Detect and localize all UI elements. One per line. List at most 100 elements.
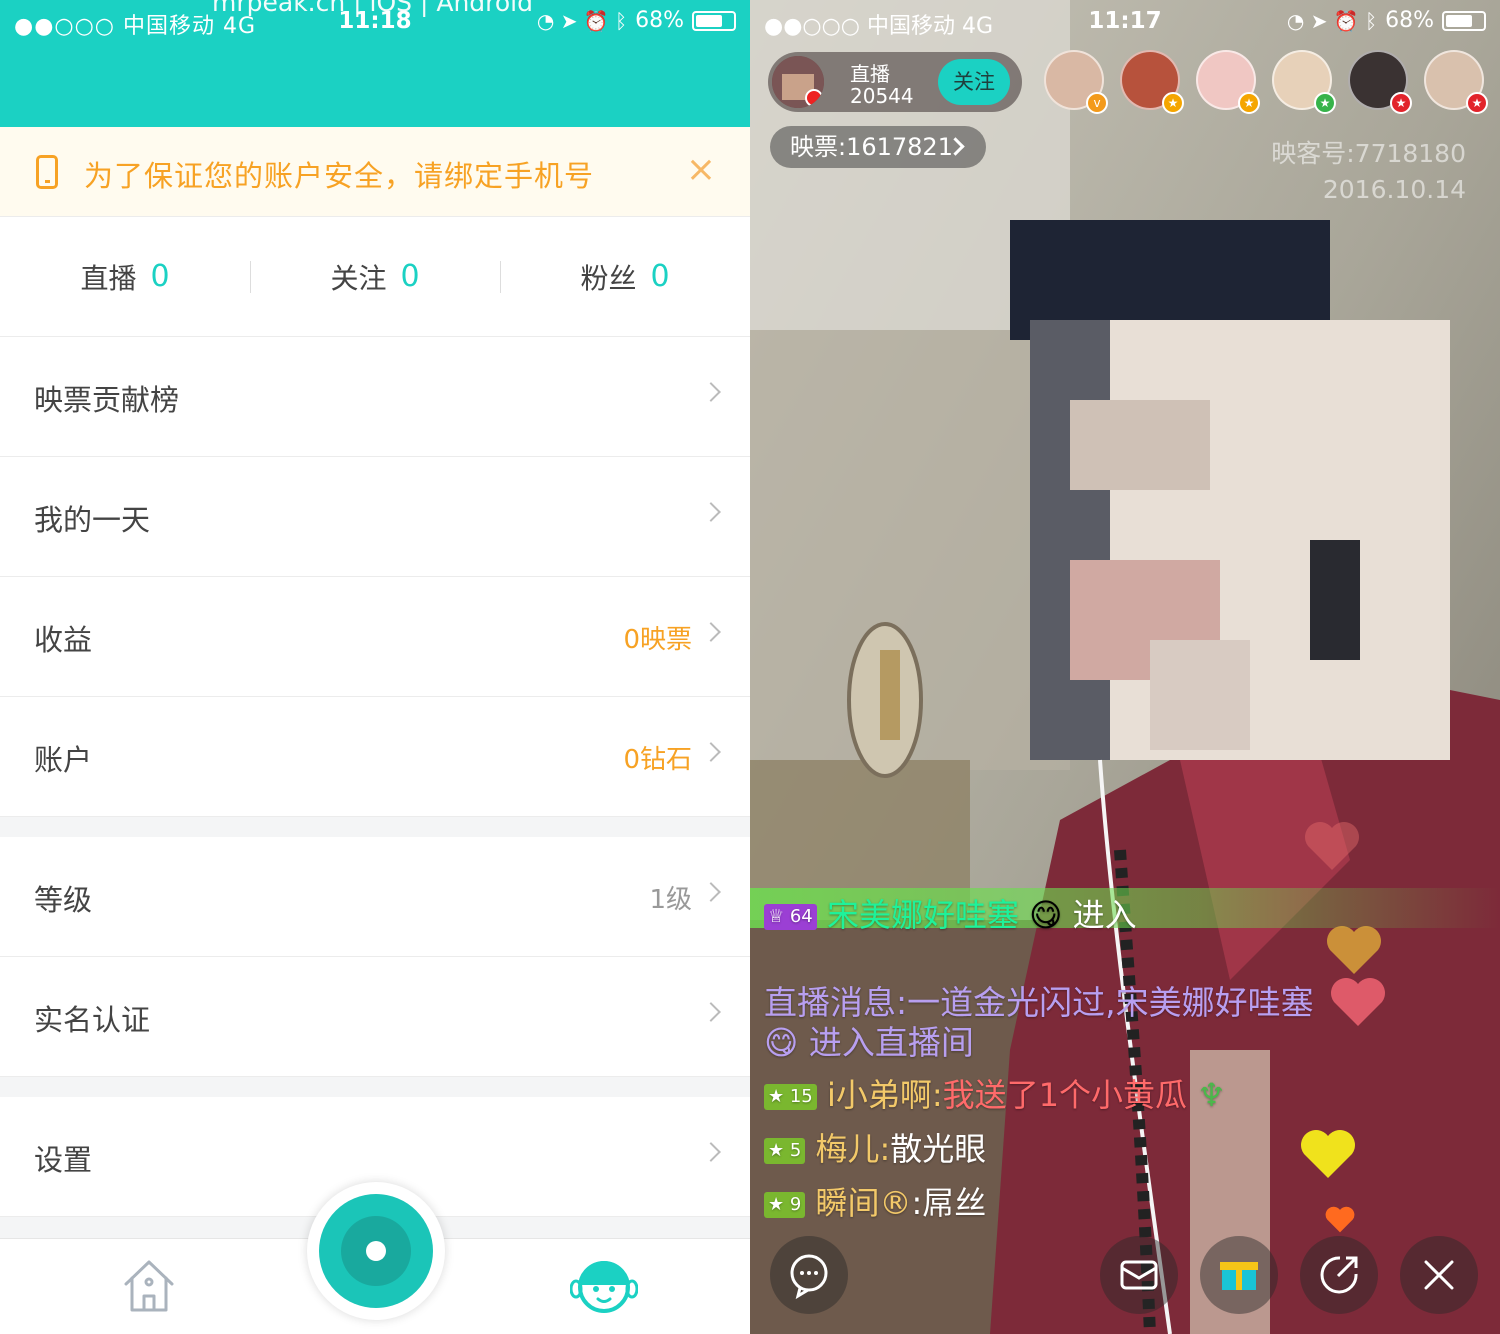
chevron-right-icon xyxy=(701,1142,721,1162)
menu-item-my-day[interactable]: 我的一天 xyxy=(0,457,750,577)
gift-button[interactable] xyxy=(1200,1236,1278,1314)
profile-screen: ●●○○○ 中国移动 4G 11:18 ◔ ➤ ⏰ ᛒ 68% mrpeak.c… xyxy=(0,0,750,1334)
stat-label: 直播 xyxy=(80,261,137,295)
level-badge: ★ 5 xyxy=(764,1138,806,1164)
battery-percent: 68% xyxy=(635,8,684,33)
viewer-avatar[interactable]: ★ xyxy=(1196,50,1260,114)
chevron-right-icon xyxy=(701,742,721,762)
share-icon xyxy=(1320,1256,1358,1294)
stat-value: 0 xyxy=(400,259,420,294)
menu-item-level[interactable]: 等级 1级 xyxy=(0,837,750,957)
enter-action: 进入 xyxy=(1072,896,1137,934)
share-button[interactable] xyxy=(1300,1236,1378,1314)
header-bar: ●●○○○ 中国移动 4G 11:18 ◔ ➤ ⏰ ᛒ 68% mrpeak.c… xyxy=(0,0,750,127)
close-icon[interactable]: × xyxy=(686,149,716,190)
viewer-avatar[interactable]: ★ xyxy=(1272,50,1336,114)
stat-label: 粉丝 xyxy=(580,261,637,295)
level-badge: ★ 9 xyxy=(764,1192,806,1218)
menu-item-contribution[interactable]: 映票贡献榜 xyxy=(0,337,750,457)
chat-text: :屌丝 xyxy=(911,1184,987,1222)
menu-value: 1级 xyxy=(649,885,692,915)
chat-bubble-icon xyxy=(790,1254,828,1300)
level-badge: ♕ 64 xyxy=(764,904,817,930)
close-button[interactable] xyxy=(1400,1236,1478,1314)
close-icon xyxy=(1424,1260,1454,1290)
system-message-line2: 😋 进入直播间 xyxy=(764,1023,974,1062)
menu-item-account[interactable]: 账户 0钻石 xyxy=(0,697,750,817)
bind-phone-notice[interactable]: 为了保证您的账户安全，请绑定手机号 × xyxy=(0,127,750,217)
screenshot-composite: { "left_panel": { "status_bar": {"carrie… xyxy=(0,0,1500,1334)
stream-date: 2016.10.14 xyxy=(1322,175,1466,204)
chat-message: ★ 15 i小弟啊:我送了1个小黄瓜 ♆ xyxy=(764,1070,1226,1116)
menu-label: 账户 xyxy=(34,743,93,777)
battery-indicator: ◔ ➤ ⏰ ᛒ 68% xyxy=(1287,8,1486,33)
viewer-avatar-list: v ★ ★ ★ ★ ★ xyxy=(1044,50,1488,114)
battery-icon xyxy=(1442,10,1486,31)
stat-following[interactable]: 关注 0 xyxy=(250,217,500,336)
menu-item-income[interactable]: 收益 0映票 xyxy=(0,577,750,697)
gift-icon xyxy=(1220,1262,1258,1290)
menu-value: 0映票 xyxy=(623,625,692,655)
chat-message: ★ 5 梅儿:散光眼 xyxy=(764,1124,986,1170)
stat-fans[interactable]: 粉丝 0 xyxy=(500,217,750,336)
menu-label: 收益 xyxy=(34,623,93,657)
start-live-button[interactable] xyxy=(307,1182,445,1320)
chat-message: ★ 9 瞬间®:屌丝 xyxy=(764,1178,986,1224)
enter-user: 宋美娜好哇塞 xyxy=(826,896,1019,934)
heart-icon xyxy=(1331,978,1385,1026)
host-title: 直播 xyxy=(850,62,890,86)
menu-value: 0钻石 xyxy=(623,745,692,775)
menu-label: 我的一天 xyxy=(34,503,151,537)
menu-item-verification[interactable]: 实名认证 xyxy=(0,957,750,1077)
viewer-avatar[interactable]: ★ xyxy=(1424,50,1488,114)
stat-label: 关注 xyxy=(330,261,387,295)
message-button[interactable] xyxy=(1100,1236,1178,1314)
battery-icon xyxy=(692,10,736,31)
host-avatar[interactable] xyxy=(772,56,824,108)
profile-tab-icon[interactable] xyxy=(570,1255,638,1317)
status-bar: ●●○○○ 中国移动 4G 11:17 ◔ ➤ ⏰ ᛒ 68% xyxy=(750,0,1500,42)
menu-label: 映票贡献榜 xyxy=(34,383,180,417)
menu-label: 设置 xyxy=(34,1143,93,1177)
viewer-avatar[interactable]: v xyxy=(1044,50,1108,114)
stat-value: 0 xyxy=(150,259,170,294)
watermark: mrpeak.cn | iOS | Android xyxy=(212,0,533,17)
chat-text: 我送了1个小黄瓜 xyxy=(942,1076,1187,1114)
heart-icon xyxy=(1305,822,1359,870)
viewer-count: 20544 xyxy=(850,84,914,108)
host-info[interactable]: 直播 20544 关注 xyxy=(768,52,1022,112)
cucumber-icon: ♆ xyxy=(1197,1076,1226,1114)
chevron-right-icon xyxy=(701,502,721,522)
enter-message: ♕ 64 宋美娜好哇塞 😋 进入 xyxy=(764,890,1137,936)
stats-row: 直播 0 关注 0 粉丝 0 xyxy=(0,217,750,337)
follow-button[interactable]: 关注 xyxy=(938,59,1010,105)
viewer-avatar[interactable]: ★ xyxy=(1120,50,1184,114)
battery-percent: 68% xyxy=(1385,8,1434,33)
chat-user: 梅儿: xyxy=(815,1130,891,1168)
live-room-screen: ●●○○○ 中国移动 4G 11:17 ◔ ➤ ⏰ ᛒ 68% 直播 20544… xyxy=(750,0,1500,1334)
chat-button[interactable] xyxy=(770,1236,848,1314)
chevron-right-icon xyxy=(701,622,721,642)
room-id: 映客号:7718180 xyxy=(1271,139,1466,168)
menu-label: 等级 xyxy=(34,883,93,917)
smiley-icon: 😋 xyxy=(764,1023,799,1062)
phone-icon xyxy=(36,155,58,189)
ticket-count-button[interactable]: 映票:1617821 xyxy=(770,126,986,168)
status-icons: ◔ ➤ ⏰ ᛒ xyxy=(1286,8,1378,33)
level-badge: ★ 15 xyxy=(764,1084,817,1110)
stat-live[interactable]: 直播 0 xyxy=(0,217,250,336)
menu-label: 实名认证 xyxy=(34,1003,151,1037)
chat-user: i小弟啊: xyxy=(826,1076,943,1114)
chevron-right-icon xyxy=(701,1002,721,1022)
envelope-icon xyxy=(1120,1260,1158,1290)
viewer-avatar[interactable]: ★ xyxy=(1348,50,1412,114)
chat-user: 瞬间® xyxy=(815,1184,912,1222)
heart-icon xyxy=(1325,1206,1355,1233)
chevron-right-icon xyxy=(701,882,721,902)
smiley-icon: 😋 xyxy=(1029,896,1063,934)
heart-icon xyxy=(1301,1130,1355,1178)
chat-text: 散光眼 xyxy=(890,1130,987,1168)
notice-text: 为了保证您的账户安全，请绑定手机号 xyxy=(84,159,595,193)
home-icon[interactable] xyxy=(120,1258,178,1314)
battery-indicator: ◔ ➤ ⏰ ᛒ 68% xyxy=(537,8,736,33)
